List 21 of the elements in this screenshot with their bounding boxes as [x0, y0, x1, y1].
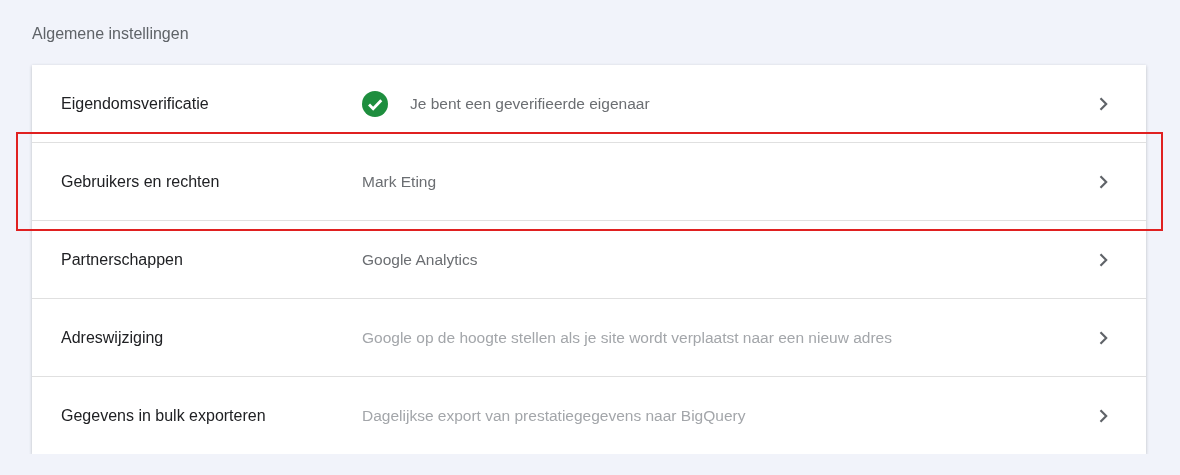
settings-row[interactable]: Partnerschappen Google Analytics: [32, 220, 1146, 298]
settings-row[interactable]: Adreswijziging Google op de hoogte stellen als je site wordt verplaatst naar een nieuw adres: [32, 298, 1146, 376]
row-value: Dagelijkse export van prestatiegegevens naar BigQuery: [362, 406, 746, 425]
row-value: Mark Eting: [362, 172, 437, 191]
chevron-right-icon: [1099, 174, 1108, 189]
row-label: Eigendomsverificatie: [61, 94, 210, 113]
row-value: Google op de hoogte stellen als je site wordt verplaatst naar een nieuw adres: [362, 328, 892, 347]
chevron-right-icon: [1099, 408, 1108, 423]
settings-row[interactable]: Eigendomsverificatie Je bent een geverifieerde eigenaar: [32, 65, 1146, 142]
row-label: Adreswijziging: [61, 328, 165, 347]
settings-row[interactable]: Gegevens in bulk exporteren Dagelijkse export van prestatiegegevens naar BigQuery: [32, 376, 1146, 454]
section-title: Algemene instellingen: [32, 24, 190, 44]
chevron-right-icon: [1099, 96, 1108, 111]
chevron-right-icon: [1099, 252, 1108, 267]
row-value: Je bent een geverifieerde eigenaar: [410, 94, 650, 113]
row-label: Gebruikers en rechten: [61, 172, 221, 191]
row-label: Gegevens in bulk exporteren: [61, 406, 267, 425]
chevron-right-icon: [1099, 330, 1108, 345]
row-label: Partnerschappen: [61, 250, 184, 269]
settings-row[interactable]: Gebruikers en rechten Mark Eting: [32, 142, 1146, 220]
row-value: Google Analytics: [362, 250, 478, 269]
